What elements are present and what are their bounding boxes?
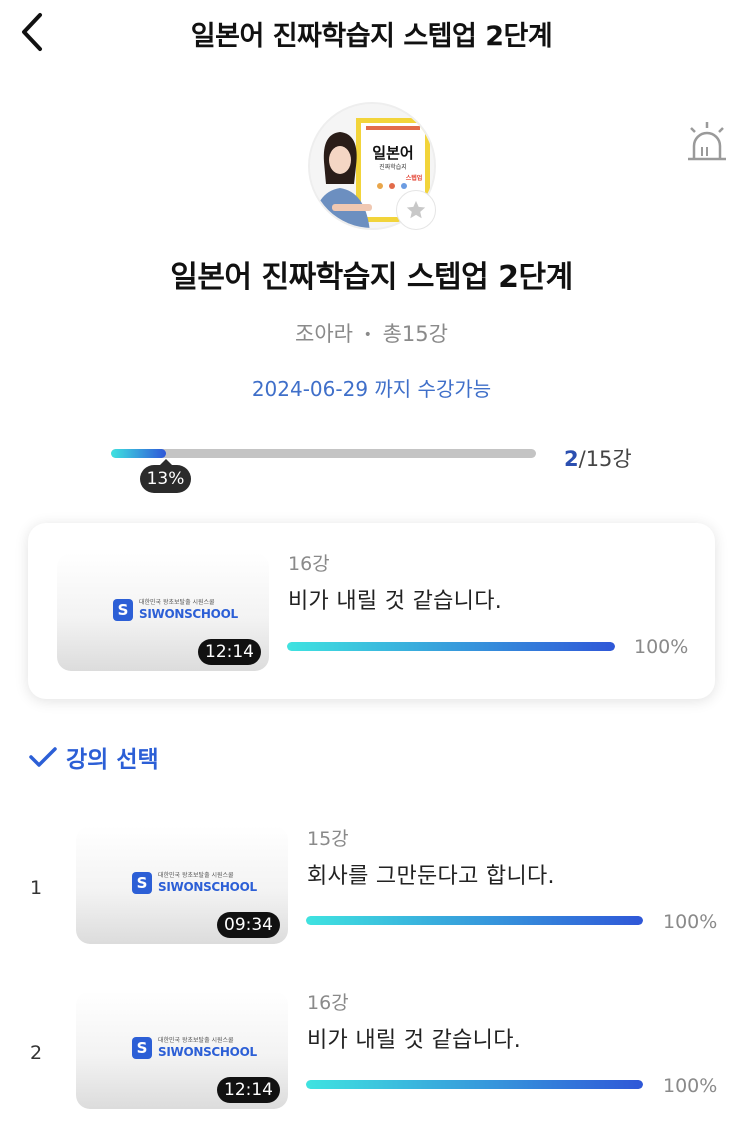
lecture-progress-percent: 100%	[663, 911, 718, 933]
logo-wordmark: SIWONSCHOOL	[158, 880, 257, 894]
lecture-total: 총15강	[382, 322, 448, 346]
logo-tagline: 대한민국 왕초보탈출 시원스쿨	[139, 599, 215, 606]
favorite-button[interactable]	[396, 190, 436, 230]
check-icon	[29, 747, 57, 767]
lecture-number: 15강	[307, 828, 349, 850]
course-title: 일본어 진짜학습지 스텝업 2단계	[170, 260, 573, 295]
lecture-thumbnail: S 대한민국 왕초보탈출 시원스쿨 SIWONSCHOOL 12:14	[57, 553, 269, 671]
overall-progress-bar	[111, 449, 536, 458]
lecture-progress-fill	[306, 916, 643, 925]
cover-badge: 스텝업	[406, 174, 423, 182]
section-label: 강의 선택	[66, 747, 159, 773]
overall-progress-percent: 13%	[140, 459, 191, 493]
total-count: /15강	[578, 447, 632, 471]
duration-badge: 12:14	[217, 1077, 280, 1103]
completed-count: 2	[564, 447, 579, 471]
instructor-name: 조아라	[295, 322, 353, 346]
logo-wordmark: SIWONSCHOOL	[139, 607, 238, 621]
header: 일본어 진짜학습지 스텝업 2단계	[0, 0, 743, 66]
lecture-thumbnail: S 대한민국 왕초보탈출 시원스쿨 SIWONSCHOOL 09:34	[76, 826, 288, 944]
alarm-button[interactable]	[682, 120, 732, 164]
lecture-row[interactable]: 1 S 대한민국 왕초보탈출 시원스쿨 SIWONSCHOOL 09:34 15…	[0, 822, 743, 972]
lecture-progress-bar	[287, 642, 615, 651]
lecture-select-toggle[interactable]: 강의 선택	[28, 740, 159, 774]
cover-subtitle: 진짜학습지	[379, 163, 407, 171]
cover-title: 일본어	[372, 144, 413, 162]
lecture-number: 16강	[288, 553, 330, 575]
siwonschool-logo: S 대한민국 왕초보탈출 시원스쿨 SIWONSCHOOL	[132, 872, 257, 894]
logo-wordmark: SIWONSCHOOL	[158, 1045, 257, 1059]
duration-badge: 09:34	[217, 912, 280, 938]
course-meta: 조아라 • 총15강	[0, 318, 743, 348]
header-title: 일본어 진짜학습지 스텝업 2단계	[190, 21, 553, 52]
lecture-progress-fill	[287, 642, 615, 651]
lecture-progress-percent: 100%	[663, 1075, 718, 1097]
row-index: 1	[30, 877, 43, 899]
overall-progress-count: 2/15강	[564, 443, 632, 473]
alarm-light-icon	[688, 122, 726, 161]
logo-letter: S	[132, 872, 152, 894]
lecture-progress-bar	[306, 916, 643, 925]
lecture-title: 비가 내릴 것 같습니다.	[288, 589, 503, 614]
lecture-progress-bar	[306, 1080, 643, 1089]
logo-letter: S	[132, 1037, 152, 1059]
duration-badge: 12:14	[198, 639, 261, 665]
access-period: 2024-06-29 까지 수강가능	[251, 377, 492, 401]
lecture-progress-percent: 100%	[634, 636, 689, 658]
row-index: 2	[30, 1042, 43, 1064]
star-icon	[406, 200, 426, 219]
siwonschool-logo: S 대한민국 왕초보탈출 시원스쿨 SIWONSCHOOL	[132, 1037, 257, 1059]
logo-tagline: 대한민국 왕초보탈출 시원스쿨	[158, 872, 234, 879]
logo-letter: S	[113, 599, 133, 621]
lecture-thumbnail: S 대한민국 왕초보탈출 시원스쿨 SIWONSCHOOL 12:14	[76, 991, 288, 1109]
lecture-row[interactable]: 2 S 대한민국 왕초보탈출 시원스쿨 SIWONSCHOOL 12:14 16…	[0, 986, 743, 1136]
meta-separator: •	[363, 327, 372, 343]
logo-tagline: 대한민국 왕초보탈출 시원스쿨	[158, 1037, 234, 1044]
lecture-title: 회사를 그만둔다고 합니다.	[307, 864, 555, 889]
lecture-progress-fill	[306, 1080, 643, 1089]
siwonschool-logo: S 대한민국 왕초보탈출 시원스쿨 SIWONSCHOOL	[113, 599, 238, 621]
lecture-title: 비가 내릴 것 같습니다.	[307, 1028, 522, 1053]
lecture-number: 16강	[307, 992, 349, 1014]
overall-progress-fill	[111, 449, 167, 458]
recent-lecture-card[interactable]: S 대한민국 왕초보탈출 시원스쿨 SIWONSCHOOL 12:14 16강 …	[28, 523, 715, 699]
